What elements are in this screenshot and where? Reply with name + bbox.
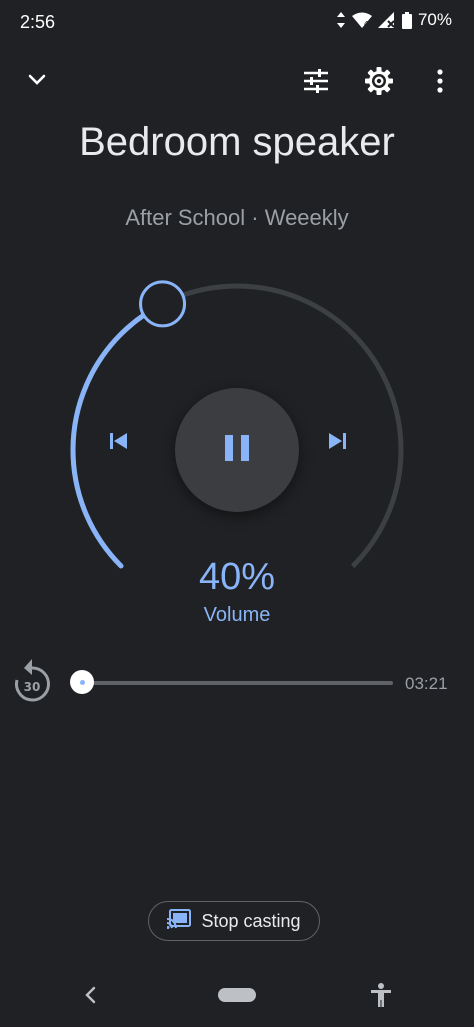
equalizer-button[interactable] xyxy=(296,63,336,103)
gear-icon xyxy=(365,66,393,100)
accessibility-icon xyxy=(368,983,394,1012)
wifi-icon: 4 xyxy=(351,12,372,28)
stop-casting-label: Stop casting xyxy=(201,910,301,931)
status-icons: 4 70% xyxy=(336,10,452,30)
tune-icon xyxy=(303,68,329,98)
collapse-button[interactable] xyxy=(17,62,57,102)
thumb-dot xyxy=(79,679,85,685)
media-subtitle: After School · Weeekly xyxy=(125,205,349,230)
status-time: 2:56 xyxy=(20,12,56,32)
replay-30-button[interactable]: 30 xyxy=(12,656,52,706)
progress-track[interactable] xyxy=(82,681,393,685)
progress-thumb[interactable] xyxy=(70,670,94,694)
next-button[interactable] xyxy=(328,432,346,455)
skip-next-icon xyxy=(328,433,346,454)
battery-percent: 70% xyxy=(417,10,452,29)
settings-button[interactable] xyxy=(359,63,399,103)
battery-icon xyxy=(401,11,412,29)
volume-percent: 40% xyxy=(198,556,276,598)
skip-previous-icon xyxy=(110,433,128,454)
previous-button[interactable] xyxy=(110,432,128,455)
cast-connected-icon xyxy=(166,908,192,934)
replay-30-icon: 30 xyxy=(15,659,50,702)
pause-button[interactable] xyxy=(175,388,299,512)
back-arrow-icon xyxy=(82,986,98,1012)
nav-home-pill[interactable] xyxy=(218,988,256,1002)
device-name: Bedroom speaker xyxy=(79,120,395,164)
stop-casting-button[interactable]: Stop casting xyxy=(148,901,320,941)
pause-icon xyxy=(225,434,249,466)
volume-label: Volume xyxy=(203,604,271,626)
more-vert-icon xyxy=(437,68,443,98)
more-options-button[interactable] xyxy=(420,63,460,103)
volume-knob[interactable] xyxy=(139,280,187,328)
accessibility-button[interactable] xyxy=(368,982,394,1013)
svg-text:4: 4 xyxy=(364,20,369,28)
signal-icon xyxy=(377,12,396,28)
chevron-down-icon xyxy=(27,73,47,92)
data-arrows-icon xyxy=(336,12,346,28)
replay-seconds: 30 xyxy=(24,680,41,694)
time-remaining: 03:21 xyxy=(405,674,448,693)
nav-back-button[interactable] xyxy=(82,982,98,1013)
